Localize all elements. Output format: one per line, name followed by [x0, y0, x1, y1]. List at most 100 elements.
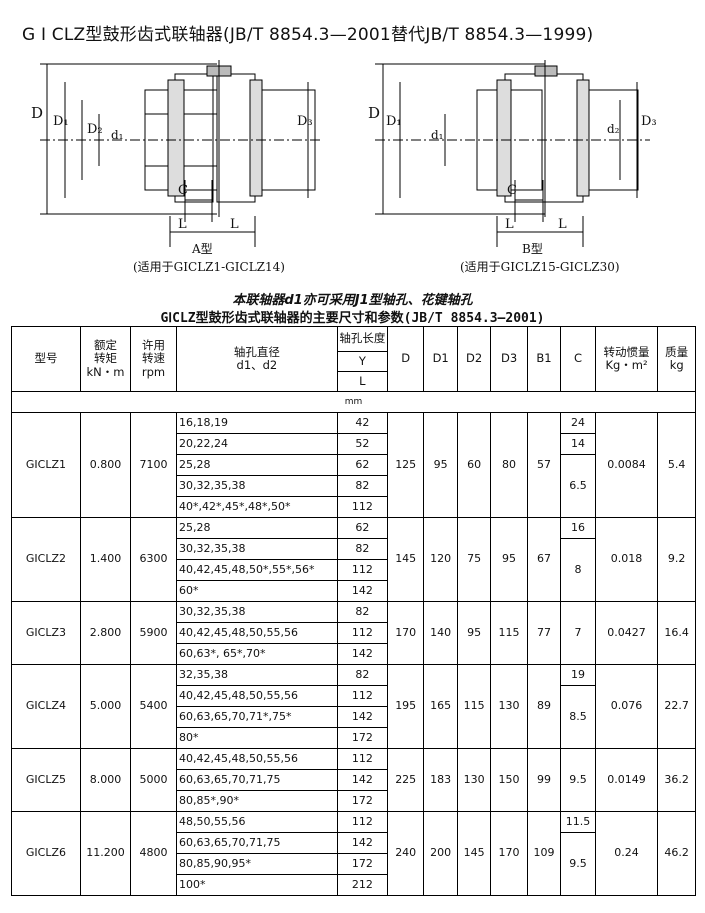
dim-label-D1: D₁: [53, 114, 69, 129]
header-inertia: 转动惯量 Kg・m²: [594, 326, 659, 392]
cell-bore: 20,22,24: [175, 433, 338, 455]
cell-C: 8.5: [560, 685, 596, 749]
cell-D1: 200: [423, 811, 458, 896]
drawing-applies-a: (适用于GⅠCLZ1-GⅠCLZ14): [133, 260, 285, 274]
table-row: GⅠCLZ5 8.000 5000 40,42,45,48,50,55,56 112 22…: [11, 748, 696, 812]
cell-mass: 36.2: [657, 748, 696, 812]
cell-D1: 183: [423, 748, 458, 812]
cell-model: GⅠCLZ2: [11, 517, 81, 602]
cell-length: 142: [336, 706, 388, 728]
table-row: GⅠCLZ1 0.800 7100 16,18,19 42 125 95 60 80 57 24 0.…: [11, 412, 696, 518]
cell-model: GⅠCLZ4: [11, 664, 81, 749]
table-row: GⅠCLZ3 2.800 5900 30,32,35,38 82 170 140 95 115 7…: [11, 601, 696, 665]
cell-B1: 77: [526, 601, 562, 665]
page-title: G Ⅰ CLZ型鼓形齿式联轴器(JB/T 8854.3—2001替代JB/T 8…: [22, 25, 594, 45]
header-speed: 许用 转速 rpm: [130, 326, 177, 392]
dim-label-d1: d₁: [431, 128, 444, 142]
cell-length: 82: [336, 538, 388, 560]
cell-C: 6.5: [560, 454, 596, 518]
cell-bore: 40,42,45,48,50*,55*,56*: [175, 559, 338, 581]
cell-length: 62: [336, 454, 388, 476]
cell-length: 42: [336, 412, 388, 434]
cell-D3: 80: [490, 412, 528, 518]
cell-length: 112: [336, 496, 388, 518]
cell-bore: 60,63,65,70,71,75: [175, 769, 338, 791]
header-length: 轴孔长度: [336, 326, 388, 352]
cell-length: 172: [336, 853, 388, 875]
dim-label-C: C: [507, 183, 517, 198]
header-unit: mm: [11, 391, 696, 413]
cell-inertia: 0.24: [594, 811, 659, 896]
cell-inertia: 0.076: [594, 664, 659, 749]
table-caption: GⅠCLZ型鼓形齿式联轴器的主要尺寸和参数(JB/T 8854.3—2001): [160, 311, 545, 326]
cell-bore: 80,85*,90*: [175, 790, 338, 812]
cell-C: 8: [560, 538, 596, 602]
cell-D: 125: [386, 412, 425, 518]
table-row: GⅠCLZ6 11.200 4800 48,50,55,56 112 240 200 145 1…: [11, 811, 696, 896]
cell-model: GⅠCLZ5: [11, 748, 81, 812]
cell-length: 172: [336, 790, 388, 812]
dim-label-D: D: [31, 104, 44, 122]
cell-length: 82: [336, 475, 388, 497]
cell-speed: 5000: [130, 748, 177, 812]
cell-bore: 25,28: [175, 454, 338, 476]
cell-C: 19: [560, 664, 596, 686]
cell-D: 145: [386, 517, 425, 602]
dim-label-L-right: L: [558, 217, 567, 232]
cell-D1: 140: [423, 601, 458, 665]
spec-table-body: 型号 额定 转矩 kN・m 许用 转速 rpm 轴孔直径 d1、d2 轴孔长度 …: [11, 326, 696, 896]
header-D: D: [386, 326, 425, 392]
dim-label-L-right: L: [230, 217, 239, 232]
cell-torque: 11.200: [79, 811, 132, 896]
cell-bore: 16,18,19: [175, 412, 338, 434]
cell-speed: 4800: [130, 811, 177, 896]
cell-inertia: 0.0427: [594, 601, 659, 665]
bore-option-note: 本联轴器d1亦可采用J1型轴孔、花键轴孔: [232, 293, 473, 308]
cell-speed: 5900: [130, 601, 177, 665]
cell-torque: 8.000: [79, 748, 132, 812]
cell-mass: 5.4: [657, 412, 696, 518]
cell-length: 112: [336, 685, 388, 707]
cell-bore: 32,35,38: [175, 664, 338, 686]
cell-length: 212: [336, 874, 388, 896]
cell-length: 142: [336, 580, 388, 602]
cell-length: 142: [336, 769, 388, 791]
cell-torque: 0.800: [79, 412, 132, 518]
cell-D3: 150: [490, 748, 528, 812]
cell-C: 24: [560, 412, 596, 434]
header-model: 型号: [11, 326, 81, 392]
cell-length: 172: [336, 727, 388, 749]
header-D1: D1: [423, 326, 458, 392]
header-mass: 质量 kg: [657, 326, 696, 392]
cell-torque: 5.000: [79, 664, 132, 749]
cell-length: 112: [336, 622, 388, 644]
table-row: GⅠCLZ2 1.400 6300 25,28 62 145 120 75 95 67 16 0.01…: [11, 517, 696, 602]
dim-label-d2: d₂: [607, 122, 620, 136]
cell-B1: 89: [526, 664, 562, 749]
cell-mass: 16.4: [657, 601, 696, 665]
header-D3: D3: [490, 326, 528, 392]
cell-model: GⅠCLZ3: [11, 601, 81, 665]
cell-bore: 80,85,90,95*: [175, 853, 338, 875]
cell-bore: 30,32,35,38: [175, 601, 338, 623]
cell-C: 11.5: [560, 811, 596, 833]
cell-D3: 170: [490, 811, 528, 896]
cell-bore: 80*: [175, 727, 338, 749]
cell-bore: 60,63,65,70,71*,75*: [175, 706, 338, 728]
cell-D2: 95: [456, 601, 492, 665]
table-row: GⅠCLZ4 5.000 5400 32,35,38 82 195 165 115 130 89 1…: [11, 664, 696, 749]
cell-inertia: 0.0149: [594, 748, 659, 812]
cell-speed: 6300: [130, 517, 177, 602]
cell-B1: 99: [526, 748, 562, 812]
cell-length: 142: [336, 643, 388, 665]
cell-length: 112: [336, 748, 388, 770]
header-torque: 额定 转矩 kN・m: [79, 326, 132, 392]
cell-D2: 115: [456, 664, 492, 749]
cell-length: 142: [336, 832, 388, 854]
cell-bore: 40,42,45,48,50,55,56: [175, 748, 338, 770]
header-L: L: [336, 371, 388, 392]
cell-D2: 75: [456, 517, 492, 602]
cell-D2: 60: [456, 412, 492, 518]
cell-model: GⅠCLZ6: [11, 811, 81, 896]
cell-B1: 67: [526, 517, 562, 602]
